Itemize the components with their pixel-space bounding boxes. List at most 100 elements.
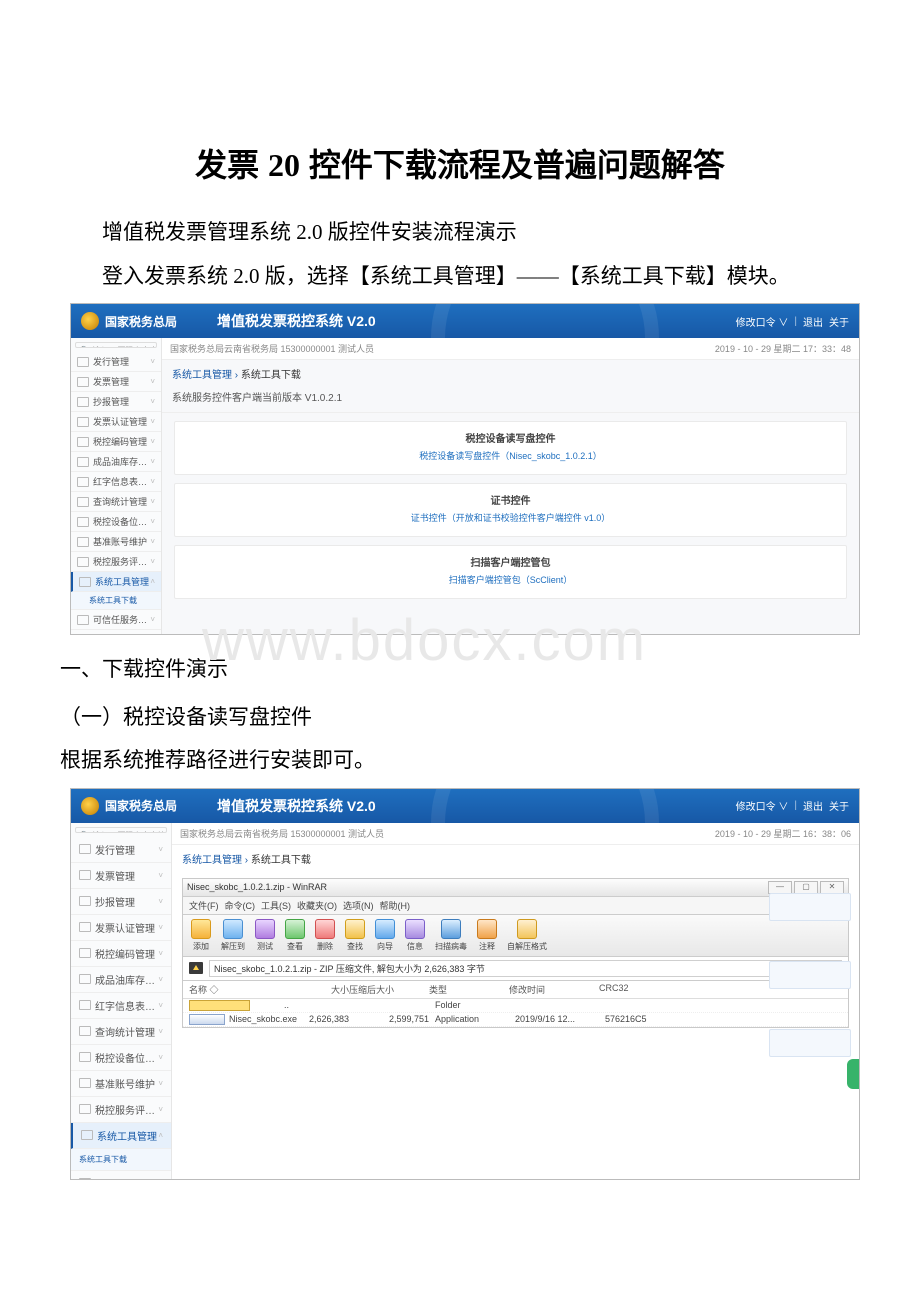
sidebar-item[interactable]: 发票认证管理˅ <box>71 412 161 432</box>
toolbar-button-label: 注释 <box>479 941 495 952</box>
toolbar-button-label: 删除 <box>317 941 333 952</box>
sidebar-item[interactable]: 成品油库存管理˅ <box>71 452 161 472</box>
sidebar-item-label: 系统工具管理 <box>95 575 150 588</box>
winrar-file-list[interactable]: ..FolderNisec_skobc.exe2,626,3832,599,75… <box>183 999 848 1027</box>
sidebar-item-label: 查询统计管理 <box>95 1024 158 1039</box>
archive-path-field[interactable]: Nisec_skobc_1.0.2.1.zip - ZIP 压缩文件, 解包大小… <box>209 960 829 977</box>
winrar-column-headers[interactable]: 名称 ◇大小压缩后大小类型修改时间CRC32 <box>183 981 848 999</box>
sidebar-item-label: 系统工具下载 <box>79 1154 163 1165</box>
menu-item[interactable]: 文件(F) <box>189 901 219 911</box>
toolbar-button[interactable]: 自解压格式 <box>507 919 547 952</box>
topbar: 国家税务总局 增值税发票税控系统 V2.0 修改口令 ∨ | 退出 关于 <box>71 304 859 338</box>
toolbar-icon <box>223 919 243 939</box>
sidebar-item[interactable]: 可信任服务管理˅ <box>71 1171 171 1179</box>
sidebar-item[interactable]: 查询统计管理˅ <box>71 492 161 512</box>
column-header[interactable]: 名称 ◇ <box>189 983 289 996</box>
sidebar-item[interactable]: 查询统计管理˅ <box>71 1019 171 1045</box>
file-size: 2,626,383 <box>289 1014 349 1025</box>
sidebar-search-input[interactable]: 🔍 输入JY页码上文字检索 <box>75 342 157 348</box>
toolbar-icon <box>441 919 461 939</box>
sidebar-item[interactable]: 系统工具下载 <box>71 592 161 610</box>
sidebar-item[interactable]: 税控设备位用维护˅ <box>71 512 161 532</box>
breadcrumb-parent[interactable]: 系统工具管理 <box>182 855 242 866</box>
sidebar-item[interactable]: 税控服务评价管理˅ <box>71 1097 171 1123</box>
up-folder-button[interactable] <box>189 962 203 974</box>
chevron-icon: ˄ <box>150 577 155 586</box>
sidebar-item-label: 红字信息表管理 <box>93 475 150 488</box>
sidebar-item[interactable]: 税控编码管理˅ <box>71 941 171 967</box>
sidebar-item[interactable]: 基准账号维护˅ <box>71 532 161 552</box>
column-header[interactable]: 大小 <box>289 983 349 996</box>
toolbar-button[interactable]: 删除 <box>315 919 335 952</box>
menu-item[interactable]: 工具(S) <box>261 901 291 911</box>
toolbar-button[interactable]: 扫描病毒 <box>435 919 467 952</box>
panel-download-link[interactable]: 证书控件（开放和证书校验控件客户端控件 v1.0） <box>175 511 846 524</box>
sidebar-item[interactable]: 红字信息表管理˅ <box>71 993 171 1019</box>
main-content: 国家税务总局云南省税务局 15300000001 测试人员 2019 - 10 … <box>162 338 859 634</box>
panel-download-link[interactable]: 税控设备读写盘控件（Nisec_skobc_1.0.2.1） <box>175 449 846 462</box>
toolbar-button[interactable]: 添加 <box>191 919 211 952</box>
sidebar-item[interactable]: 可信任服务管理˅ <box>71 610 161 630</box>
winrar-titlebar[interactable]: Nisec_skobc_1.0.2.1.zip - WinRAR — ▢ ✕ <box>183 879 848 897</box>
toolbar-button[interactable]: 解压到 <box>221 919 245 952</box>
toolbar-button[interactable]: 查找 <box>345 919 365 952</box>
sidebar-item[interactable]: 红字信息表管理˅ <box>71 472 161 492</box>
toolbar-button[interactable]: 信息 <box>405 919 425 952</box>
sidebar-item-label: 发票管理 <box>93 375 150 388</box>
logout-link[interactable]: 退出 <box>803 798 823 813</box>
panel-title: 税控设备读写盘控件 <box>175 430 846 445</box>
feedback-tab[interactable] <box>847 1059 859 1089</box>
sidebar-item[interactable]: 发票管理˅ <box>71 863 171 889</box>
sidebar-item[interactable]: 税控编码管理˅ <box>71 432 161 452</box>
side-card <box>769 893 851 921</box>
column-header[interactable]: 类型 <box>429 983 509 996</box>
breadcrumb-current: 系统工具下载 <box>251 855 311 866</box>
sidebar-item[interactable]: 发行管理˅ <box>71 837 171 863</box>
sidebar-item[interactable]: 发行管理˅ <box>71 352 161 372</box>
toolbar-button[interactable]: 测试 <box>255 919 275 952</box>
chevron-icon: ˅ <box>158 1053 163 1062</box>
winrar-menubar[interactable]: 文件(F) 命令(C) 工具(S) 收藏夹(O) 选项(N) 帮助(H) <box>183 897 848 915</box>
sidebar-item[interactable]: 系统工具管理˄ <box>71 572 161 592</box>
datetime-text: 2019 - 10 - 29 星期二 17：33：48 <box>715 342 851 355</box>
column-header[interactable]: 压缩后大小 <box>349 983 429 996</box>
sidebar-item[interactable]: 成品油库存管理˅ <box>71 967 171 993</box>
sidebar-item-label: 红字信息表管理 <box>95 998 158 1013</box>
sidebar-item[interactable]: 基准账号维护˅ <box>71 1071 171 1097</box>
sidebar-item[interactable]: 税控服务评价管理˅ <box>71 552 161 572</box>
menu-item[interactable]: 选项(N) <box>343 901 374 911</box>
sidebar-item[interactable]: 系统工具管理˄ <box>71 1123 171 1149</box>
breadcrumb-parent[interactable]: 系统工具管理 <box>172 370 232 381</box>
menu-item-icon <box>79 896 91 906</box>
sidebar-item[interactable]: 抄报管理˅ <box>71 392 161 412</box>
toolbar-button[interactable]: 向导 <box>375 919 395 952</box>
about-link[interactable]: 关于 <box>829 314 849 329</box>
top-decor-ring <box>431 304 659 338</box>
logout-link[interactable]: 退出 <box>803 314 823 329</box>
panel-download-link[interactable]: 扫描客户端控管包（ScClient） <box>175 573 846 586</box>
chevron-icon: ˅ <box>158 871 163 880</box>
sidebar-item[interactable]: 稀土企业管理˅ <box>71 630 161 634</box>
file-row[interactable]: ..Folder <box>183 999 848 1013</box>
column-header[interactable]: CRC32 <box>599 983 659 996</box>
sidebar-item[interactable]: 发票管理˅ <box>71 372 161 392</box>
menu-item[interactable]: 帮助(H) <box>380 901 411 911</box>
menu-item-icon <box>77 397 89 407</box>
brand-name: 国家税务总局 <box>105 797 177 814</box>
about-link[interactable]: 关于 <box>829 798 849 813</box>
toolbar-button[interactable]: 注释 <box>477 919 497 952</box>
change-password-link[interactable]: 修改口令 ∨ <box>736 314 789 329</box>
change-password-link[interactable]: 修改口令 ∨ <box>736 798 789 813</box>
system-name: 增值税发票税控系统 V2.0 <box>217 796 376 816</box>
sidebar-search-input[interactable]: 🔍 输入JY页码上文字检索 <box>75 827 167 833</box>
sidebar-item[interactable]: 抄报管理˅ <box>71 889 171 915</box>
sidebar-item[interactable]: 发票认证管理˅ <box>71 915 171 941</box>
top-separator: | <box>794 316 797 327</box>
sidebar-item[interactable]: 系统工具下载 <box>71 1149 171 1171</box>
menu-item[interactable]: 命令(C) <box>225 901 256 911</box>
menu-item[interactable]: 收藏夹(O) <box>297 901 337 911</box>
sidebar-item[interactable]: 税控设备位用维护˅ <box>71 1045 171 1071</box>
file-row[interactable]: Nisec_skobc.exe2,626,3832,599,751Applica… <box>183 1013 848 1027</box>
toolbar-button[interactable]: 查看 <box>285 919 305 952</box>
column-header[interactable]: 修改时间 <box>509 983 599 996</box>
